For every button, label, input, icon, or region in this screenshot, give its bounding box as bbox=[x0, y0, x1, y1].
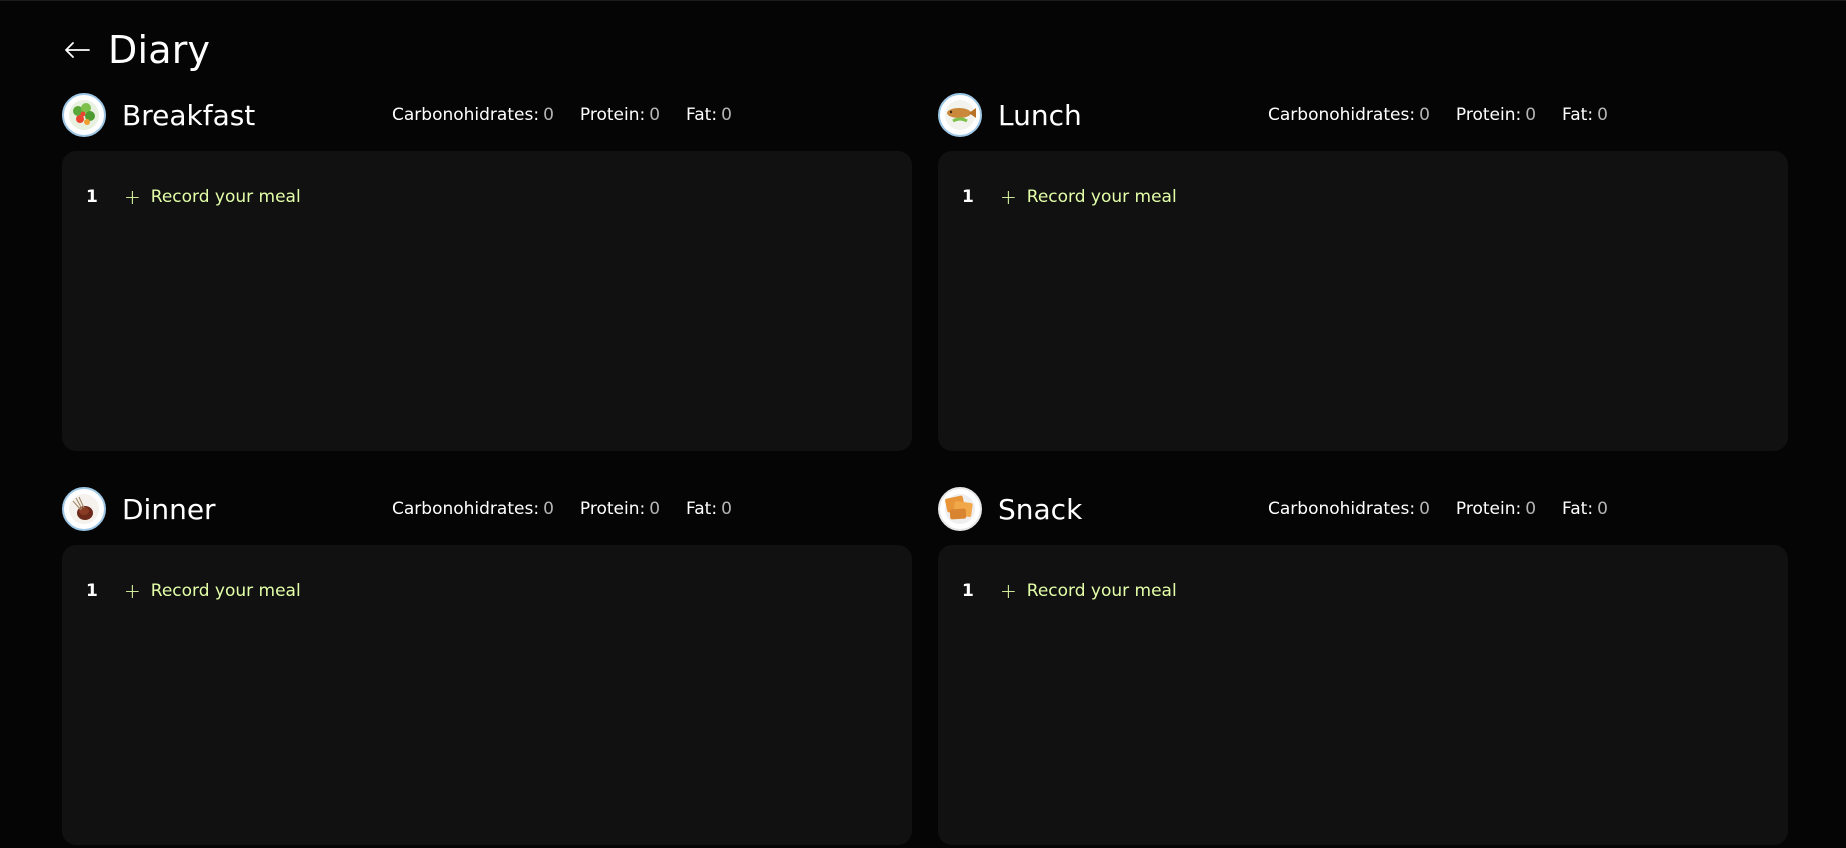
carbs-value: 0 bbox=[1419, 499, 1430, 519]
carbs-value: 0 bbox=[1419, 105, 1430, 125]
row-index: 1 bbox=[962, 187, 974, 207]
meal-header: Snack Carbonohidrates: 0 Protein: 0 Fat: 0 bbox=[938, 481, 1788, 537]
plus-icon: + bbox=[124, 185, 141, 209]
carbs-label: Carbonohidrates: bbox=[1268, 499, 1416, 519]
plus-icon: + bbox=[1000, 579, 1017, 603]
row-index: 1 bbox=[86, 581, 98, 601]
meal-section-breakfast: Breakfast Carbonohidrates: 0 Protein: 0 Fa… bbox=[62, 87, 912, 451]
macros-summary: Carbonohidrates: 0 Protein: 0 Fat: 0 bbox=[1268, 105, 1634, 125]
fat-stat: Fat: 0 bbox=[1562, 499, 1608, 519]
meal-card: 1 + Record your meal bbox=[938, 151, 1788, 451]
protein-value: 0 bbox=[649, 499, 661, 519]
carbs-stat: Carbonohidrates: 0 bbox=[392, 105, 554, 125]
diary-page: Diary Breakfast Carbonohidrates: 0 Protei… bbox=[0, 0, 1846, 848]
fat-stat: Fat: 0 bbox=[686, 105, 732, 125]
fat-value: 0 bbox=[1597, 499, 1608, 519]
page-header: Diary bbox=[62, 27, 210, 73]
protein-stat: Protein: 0 bbox=[1456, 499, 1536, 519]
salad-plate-icon bbox=[62, 93, 106, 137]
carbs-value: 0 bbox=[543, 105, 554, 125]
meal-section-lunch: Lunch Carbonohidrates: 0 Protein: 0 Fat: 0 … bbox=[938, 87, 1788, 451]
row-index: 1 bbox=[962, 581, 974, 601]
record-meal-button[interactable]: + Record your meal bbox=[1000, 581, 1177, 601]
meal-header: Dinner Carbonohidrates: 0 Protein: 0 Fat: 0 bbox=[62, 481, 912, 537]
meal-row: 1 + Record your meal bbox=[962, 187, 1177, 207]
meal-card: 1 + Record your meal bbox=[938, 545, 1788, 845]
protein-stat: Protein: 0 bbox=[580, 105, 660, 125]
meal-row: 1 + Record your meal bbox=[86, 581, 301, 601]
meal-header: Lunch Carbonohidrates: 0 Protein: 0 Fat: 0 bbox=[938, 87, 1788, 143]
macros-summary: Carbonohidrates: 0 Protein: 0 Fat: 0 bbox=[392, 105, 758, 125]
protein-value: 0 bbox=[649, 105, 661, 125]
record-meal-button[interactable]: + Record your meal bbox=[124, 187, 301, 207]
record-meal-button[interactable]: + Record your meal bbox=[124, 581, 301, 601]
fat-value: 0 bbox=[721, 499, 732, 519]
arrow-left-icon bbox=[65, 42, 90, 58]
back-button[interactable] bbox=[62, 35, 92, 65]
meal-row: 1 + Record your meal bbox=[86, 187, 301, 207]
steak-plate-icon bbox=[62, 487, 106, 531]
record-meal-label: Record your meal bbox=[1026, 187, 1177, 207]
fat-label: Fat: bbox=[1562, 499, 1594, 519]
crackers-plate-icon bbox=[938, 487, 982, 531]
protein-stat: Protein: 0 bbox=[580, 499, 660, 519]
protein-label: Protein: bbox=[1455, 499, 1522, 519]
page-title: Diary bbox=[108, 28, 211, 72]
record-meal-button[interactable]: + Record your meal bbox=[1000, 187, 1177, 207]
fat-value: 0 bbox=[1597, 105, 1608, 125]
fat-stat: Fat: 0 bbox=[1562, 105, 1608, 125]
meal-section-snack: Snack Carbonohidrates: 0 Protein: 0 Fat: 0 … bbox=[938, 481, 1788, 845]
protein-label: Protein: bbox=[579, 105, 646, 125]
record-meal-label: Record your meal bbox=[150, 187, 301, 207]
protein-value: 0 bbox=[1525, 105, 1537, 125]
carbs-stat: Carbonohidrates: 0 bbox=[1268, 105, 1430, 125]
meal-title: Dinner bbox=[122, 492, 216, 526]
fat-stat: Fat: 0 bbox=[686, 499, 732, 519]
meal-section-dinner: Dinner Carbonohidrates: 0 Protein: 0 Fat: 0… bbox=[62, 481, 912, 845]
meal-row: 1 + Record your meal bbox=[962, 581, 1177, 601]
carbs-stat: Carbonohidrates: 0 bbox=[1268, 499, 1430, 519]
macros-summary: Carbonohidrates: 0 Protein: 0 Fat: 0 bbox=[1268, 499, 1634, 519]
protein-label: Protein: bbox=[1455, 105, 1522, 125]
record-meal-label: Record your meal bbox=[150, 581, 301, 601]
record-meal-label: Record your meal bbox=[1026, 581, 1177, 601]
fat-label: Fat: bbox=[686, 499, 718, 519]
meal-card: 1 + Record your meal bbox=[62, 151, 912, 451]
meal-title: Lunch bbox=[998, 98, 1082, 132]
carbs-stat: Carbonohidrates: 0 bbox=[392, 499, 554, 519]
protein-stat: Protein: 0 bbox=[1456, 105, 1536, 125]
meal-title: Snack bbox=[998, 492, 1083, 526]
carbs-label: Carbonohidrates: bbox=[1268, 105, 1416, 125]
fat-value: 0 bbox=[721, 105, 732, 125]
meal-card: 1 + Record your meal bbox=[62, 545, 912, 845]
plus-icon: + bbox=[124, 579, 141, 603]
carbs-value: 0 bbox=[543, 499, 554, 519]
carbs-label: Carbonohidrates: bbox=[392, 499, 540, 519]
protein-label: Protein: bbox=[579, 499, 646, 519]
fat-label: Fat: bbox=[686, 105, 718, 125]
carbs-label: Carbonohidrates: bbox=[392, 105, 540, 125]
protein-value: 0 bbox=[1525, 499, 1537, 519]
meal-title: Breakfast bbox=[122, 98, 256, 132]
fat-label: Fat: bbox=[1562, 105, 1594, 125]
plus-icon: + bbox=[1000, 185, 1017, 209]
meal-header: Breakfast Carbonohidrates: 0 Protein: 0 Fa… bbox=[62, 87, 912, 143]
row-index: 1 bbox=[86, 187, 98, 207]
macros-summary: Carbonohidrates: 0 Protein: 0 Fat: 0 bbox=[392, 499, 758, 519]
fish-plate-icon bbox=[938, 93, 982, 137]
